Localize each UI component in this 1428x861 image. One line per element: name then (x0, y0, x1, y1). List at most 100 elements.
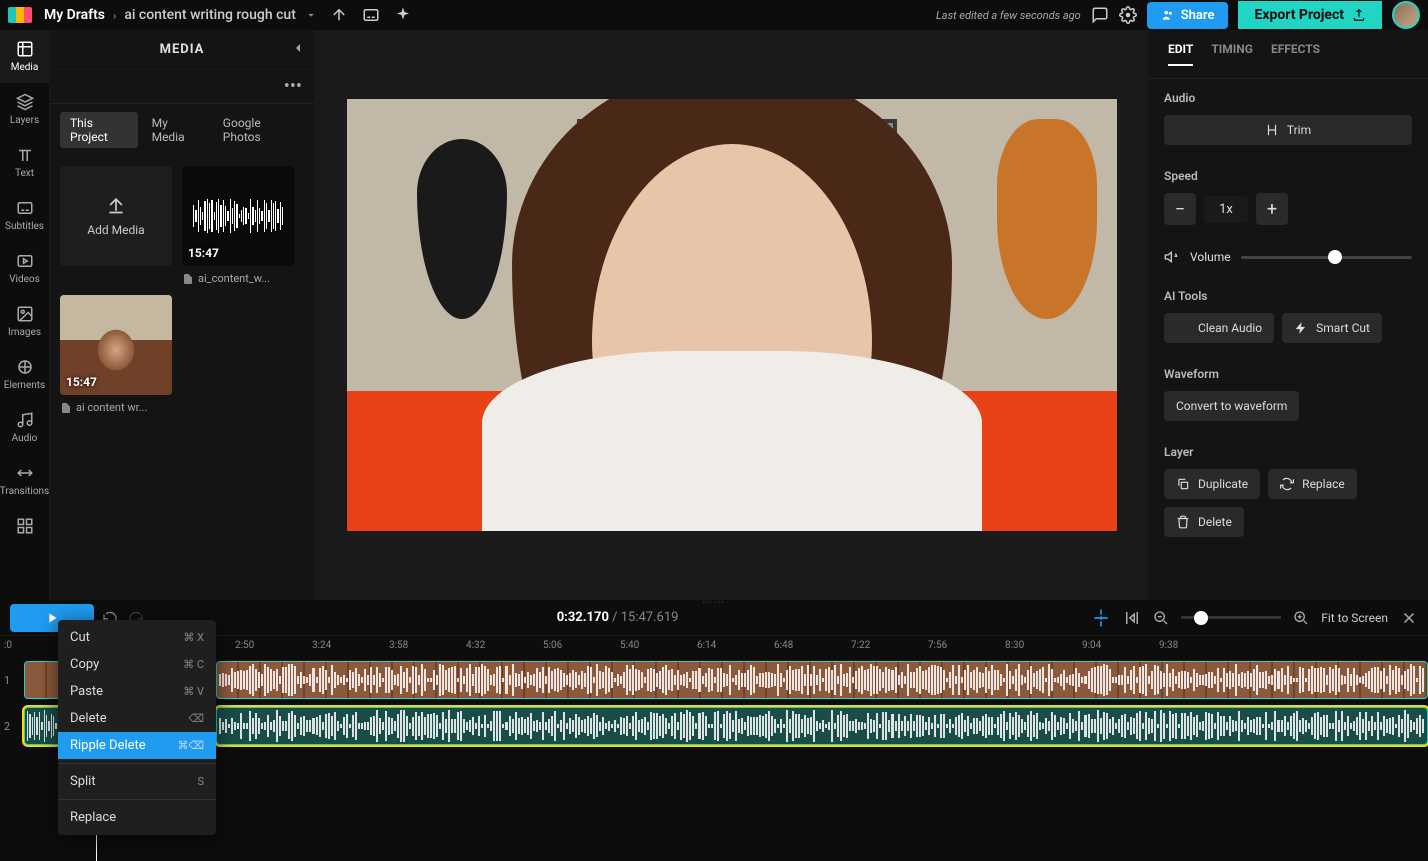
ruler-tick: 5:40 (620, 640, 639, 651)
topbar: My Drafts › ai content writing rough cut… (0, 0, 1428, 30)
file-icon (60, 402, 72, 414)
ruler-tick: 4:32 (466, 640, 485, 651)
ctx-ripple-delete[interactable]: Ripple Delete⌘⌫ (58, 732, 216, 759)
ruler-tick: 3:24 (312, 640, 331, 651)
skip-icon[interactable] (1123, 609, 1141, 627)
media-item-video[interactable]: 15:47 ai content wr... (60, 295, 172, 414)
nav-audio[interactable]: Audio (0, 401, 49, 454)
zoom-in-icon[interactable] (1293, 610, 1309, 626)
subtitle-icon[interactable] (362, 6, 380, 24)
ruler-tick: 9:38 (1159, 640, 1178, 651)
ruler-tick: 5:06 (543, 640, 562, 651)
ctx-copy[interactable]: Copy⌘ C (58, 651, 216, 678)
audio-icon (1176, 321, 1190, 335)
fit-to-screen-button[interactable]: Fit to Screen (1321, 611, 1388, 625)
zoom-slider[interactable] (1181, 616, 1281, 619)
nav-elements[interactable]: Elements (0, 348, 49, 401)
audio-label: Audio (1164, 91, 1412, 105)
tab-timing[interactable]: TIMING (1211, 42, 1253, 66)
clip-video-2[interactable] (216, 661, 1428, 699)
drag-handle-icon[interactable]: ⋯⋯ (702, 597, 726, 608)
add-media-button[interactable]: Add Media (60, 166, 172, 266)
nav-text[interactable]: Text (0, 136, 49, 189)
left-nav: Media Layers Text Subtitles Videos Image… (0, 30, 50, 600)
speed-label: Speed (1164, 169, 1412, 183)
ruler-tick: 2:50 (235, 640, 254, 651)
tab-my-media[interactable]: My Media (142, 112, 209, 148)
nav-transitions[interactable]: Transitions (0, 454, 49, 507)
ruler-tick: 7:56 (928, 640, 947, 651)
project-name[interactable]: ai content writing rough cut (124, 7, 296, 23)
more-icon[interactable]: ••• (50, 70, 314, 104)
upload-icon (106, 195, 126, 215)
nav-media[interactable]: Media (0, 30, 49, 83)
duplicate-button[interactable]: Duplicate (1164, 469, 1260, 499)
volume-slider[interactable] (1241, 256, 1412, 259)
convert-waveform-button[interactable]: Convert to waveform (1164, 391, 1299, 421)
clip-audio-2[interactable] (216, 707, 1428, 745)
clean-audio-button[interactable]: Clean Audio (1164, 313, 1274, 343)
ctx-cut[interactable]: Cut⌘ X (58, 624, 216, 651)
media-item-audio[interactable]: 15:47 ai_content_w... (182, 166, 294, 285)
ctx-split[interactable]: SplitS (58, 768, 216, 795)
comment-icon[interactable] (1091, 6, 1109, 24)
breadcrumb: My Drafts › ai content writing rough cut (44, 7, 318, 23)
tab-edit[interactable]: EDIT (1168, 42, 1193, 66)
ruler-tick: :0 (4, 640, 12, 651)
ctx-replace[interactable]: Replace (58, 804, 216, 831)
chevron-down-icon[interactable] (304, 8, 318, 22)
sparkle-icon[interactable] (394, 6, 412, 24)
zoom-out-icon[interactable] (1153, 610, 1169, 626)
ai-tools-label: AI Tools (1164, 289, 1412, 303)
nav-subtitles[interactable]: Subtitles (0, 189, 49, 242)
share-button[interactable]: Share (1147, 2, 1229, 29)
ctx-delete[interactable]: Delete⌫ (58, 705, 216, 732)
ruler-tick: 9:04 (1082, 640, 1101, 651)
refresh-icon (1280, 477, 1294, 491)
properties-panel: EDIT TIMING EFFECTS Audio Trim Speed − 1… (1148, 30, 1428, 600)
context-menu: Cut⌘ XCopy⌘ CPaste⌘ VDelete⌫Ripple Delet… (58, 620, 216, 835)
timecode: 0:32.170 / 15:47.619 (557, 610, 679, 625)
replace-button[interactable]: Replace (1268, 469, 1357, 499)
nav-more[interactable] (0, 507, 49, 545)
avatar[interactable] (1392, 1, 1420, 29)
delete-button[interactable]: Delete (1164, 507, 1244, 537)
tab-google-photos[interactable]: Google Photos (213, 112, 304, 148)
logo[interactable] (8, 7, 32, 23)
media-title: MEDIA (160, 42, 205, 57)
last-edited: Last edited a few seconds ago (936, 9, 1081, 22)
copy-icon (1176, 477, 1190, 491)
volume-icon[interactable] (1164, 249, 1180, 265)
nav-layers[interactable]: Layers (0, 83, 49, 136)
speed-decrease-button[interactable]: − (1164, 193, 1196, 225)
tab-this-project[interactable]: This Project (60, 112, 138, 148)
upload-icon[interactable] (330, 6, 348, 24)
snap-icon[interactable] (1091, 608, 1111, 628)
nav-images[interactable]: Images (0, 295, 49, 348)
ctx-paste[interactable]: Paste⌘ V (58, 678, 216, 705)
tab-effects[interactable]: EFFECTS (1271, 42, 1320, 66)
bolt-icon (1294, 321, 1308, 335)
nav-videos[interactable]: Videos (0, 242, 49, 295)
export-button[interactable]: Export Project (1238, 1, 1382, 29)
collapse-icon[interactable] (290, 40, 306, 60)
smart-cut-button[interactable]: Smart Cut (1282, 313, 1382, 343)
trim-icon (1265, 123, 1279, 137)
file-icon (182, 273, 194, 285)
trim-button[interactable]: Trim (1164, 115, 1412, 145)
breadcrumb-root[interactable]: My Drafts (44, 7, 105, 23)
speed-increase-button[interactable]: + (1256, 193, 1288, 225)
track-2: 2 (24, 706, 1428, 746)
trash-icon (1176, 515, 1190, 529)
ruler-tick: 7:22 (851, 640, 870, 651)
layer-label: Layer (1164, 445, 1412, 459)
gear-icon[interactable] (1119, 6, 1137, 24)
ruler-tick: 8:30 (1005, 640, 1024, 651)
close-icon[interactable] (1400, 609, 1418, 627)
speed-value[interactable]: 1x (1204, 196, 1248, 223)
ruler-tick: 6:48 (774, 640, 793, 651)
media-panel: MEDIA ••• This Project My Media Google P… (50, 30, 315, 600)
preview-canvas[interactable] (315, 30, 1148, 600)
volume-label: Volume (1190, 250, 1231, 264)
track-1: 1 (24, 660, 1428, 700)
